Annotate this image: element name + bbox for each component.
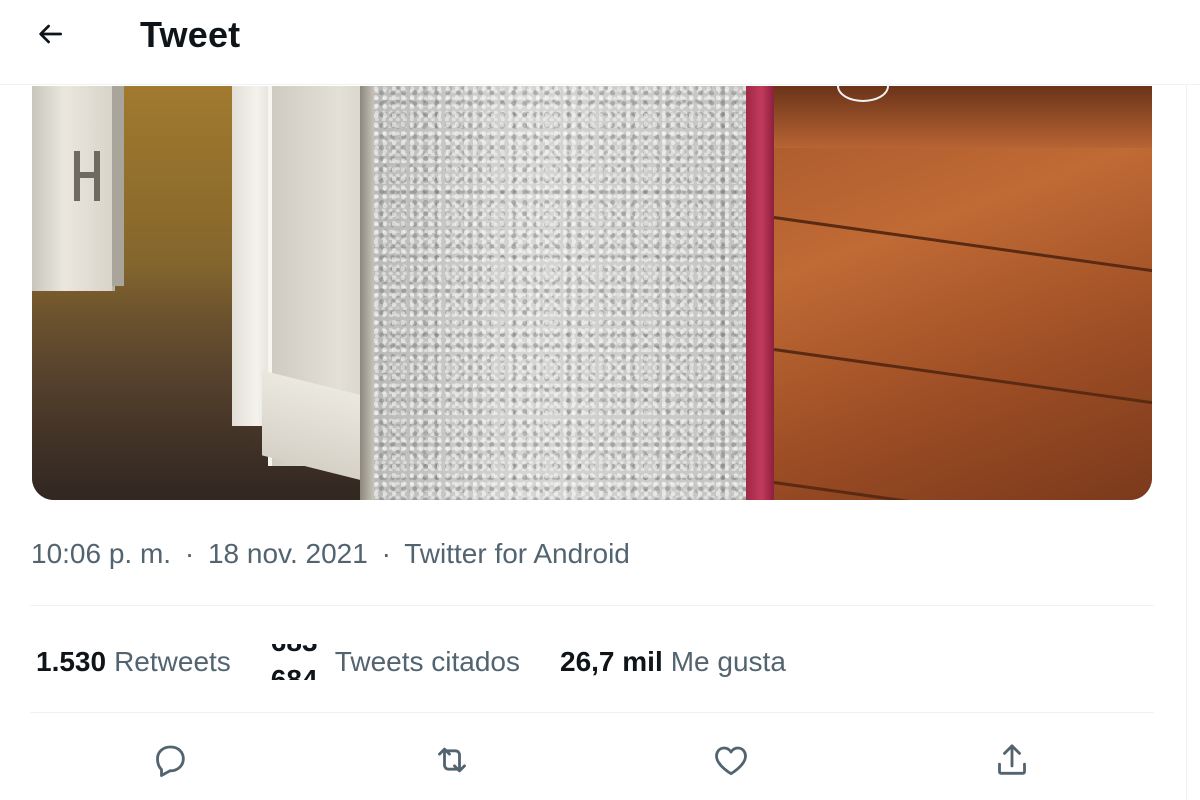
tweet-meta: 10:06 p. m. · 18 nov. 2021 · Twitter for… xyxy=(31,538,630,570)
tweet-time[interactable]: 10:06 p. m. xyxy=(31,538,171,569)
retweets-label: Retweets xyxy=(114,646,231,677)
retweet-icon xyxy=(438,747,466,773)
divider xyxy=(30,712,1154,713)
meta-separator: · xyxy=(381,538,391,569)
tweet-detail-view: Tweet 10:06 p. m. · 18 nov. 2021 · Twitt… xyxy=(0,0,1200,800)
top-bar: Tweet xyxy=(0,0,1200,85)
back-button[interactable] xyxy=(24,12,76,56)
quote-tweets-count: 683 684 xyxy=(271,644,327,680)
photo-textured-wall xyxy=(374,86,754,500)
tweet-date[interactable]: 18 nov. 2021 xyxy=(208,538,368,569)
tweet-source[interactable]: Twitter for Android xyxy=(404,538,630,569)
meta-separator: · xyxy=(184,538,195,569)
like-button[interactable] xyxy=(705,734,757,786)
share-button[interactable] xyxy=(986,734,1038,786)
column-border xyxy=(1186,0,1187,800)
photo-wall-trim xyxy=(746,86,774,500)
tweet-actions xyxy=(0,730,1200,790)
likes-label: Me gusta xyxy=(670,646,786,677)
photo-cabinet-top xyxy=(774,86,1152,148)
divider xyxy=(30,605,1154,606)
share-icon xyxy=(998,744,1026,775)
heart-icon xyxy=(715,746,747,776)
reply-icon xyxy=(156,745,185,777)
likes-stat[interactable]: 26,7 mil Me gusta xyxy=(560,646,786,678)
reply-button[interactable] xyxy=(144,734,196,786)
page-title: Tweet xyxy=(140,14,241,55)
tweet-stats: 1.530 Retweets 683 684 Tweets citados 26… xyxy=(36,632,786,692)
photo-wooden-cabinet xyxy=(774,86,1152,500)
retweet-button[interactable] xyxy=(426,734,478,786)
likes-count: 26,7 mil xyxy=(560,646,663,677)
arrow-left-icon xyxy=(39,24,62,44)
photo-hinge-bar xyxy=(80,172,94,178)
quote-tweets-stat[interactable]: 683 684 Tweets citados xyxy=(271,644,520,680)
retweets-stat[interactable]: 1.530 Retweets xyxy=(36,646,231,678)
photo-door-edge xyxy=(112,86,124,286)
photo-frame-strip xyxy=(360,86,374,500)
quote-count-current: 684 xyxy=(270,664,318,680)
retweets-count: 1.530 xyxy=(36,646,107,677)
quote-count-previous: 683 xyxy=(271,644,318,658)
quote-tweets-label: Tweets citados xyxy=(334,646,520,677)
tweet-photo[interactable] xyxy=(32,86,1152,500)
